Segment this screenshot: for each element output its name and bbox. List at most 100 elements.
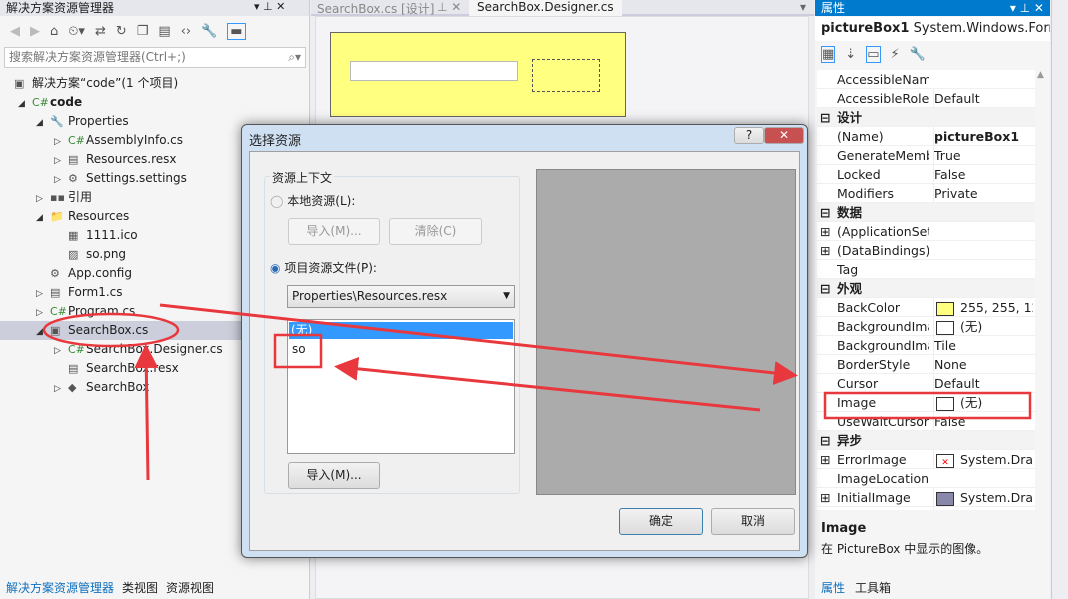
property-category[interactable]: ⊟ 设计 [817,108,1035,127]
list-item[interactable]: (无) [289,322,513,339]
resource-list[interactable]: (无) so [287,319,515,454]
history-icon[interactable]: ⏲▾ [68,24,85,39]
property-row[interactable]: Modifiers Private [817,184,1035,203]
property-value[interactable]: Tile [933,336,1033,355]
ok-button[interactable]: 确定 [619,508,703,535]
collapse-icon[interactable]: ⊟ [820,108,830,127]
tab-toolbox[interactable]: 工具箱 [855,579,891,597]
project-resource-radio[interactable]: ◉ 项目资源文件(P): [270,259,377,276]
property-row[interactable]: AccessibleName [817,70,1035,89]
tab-searchbox-design[interactable]: SearchBox.cs [设计] [317,0,434,17]
property-value[interactable]: Private [933,184,1033,203]
property-value[interactable]: pictureBox1 [933,127,1033,146]
property-value[interactable]: Default [933,374,1033,393]
sync-icon[interactable]: ⇄ [95,24,106,39]
local-resource-radio[interactable]: ◯ 本地资源(L): [270,192,355,209]
tab-solution-explorer[interactable]: 解决方案资源管理器 [6,579,114,599]
back-icon[interactable]: ◀ [10,24,20,39]
search-icon[interactable]: ⌕▾ [288,48,301,67]
search-textbox[interactable] [350,61,518,81]
property-value[interactable]: System.Drawing [933,488,1033,507]
property-row[interactable]: ⊞ (ApplicationSettings) [817,222,1035,241]
property-row[interactable]: ImageLocation [817,469,1035,488]
property-row[interactable]: Image (无) [817,393,1035,412]
tree-item[interactable]: ▣ 解决方案“code”(1 个项目) [0,74,309,93]
tab-resource-view[interactable]: 资源视图 [166,579,214,599]
property-row[interactable]: (Name) pictureBox1 [817,127,1035,146]
property-value[interactable]: False [933,412,1033,431]
picturebox-selected[interactable] [532,59,600,92]
property-row[interactable]: Locked False [817,165,1035,184]
property-row[interactable]: UseWaitCursor False [817,412,1035,431]
list-item[interactable]: so [289,341,513,358]
expand-arrow-icon[interactable]: ▷ [54,380,68,399]
property-row[interactable]: BorderStyle None [817,355,1035,374]
property-value[interactable]: (无) [933,317,1033,336]
events-icon[interactable]: ⚡ [891,47,900,62]
properties-view-icon[interactable]: ▭ [866,45,881,63]
property-pages-icon[interactable]: 🔧 [910,47,926,62]
preview-icon[interactable]: ▬ [227,22,246,40]
resx-icon: ▤ [68,153,79,166]
collapse-icon[interactable]: ⊟ [820,431,830,450]
tree-item-label: 解决方案“code”(1 个项目) [32,76,179,90]
property-value[interactable]: ✕System.Drawing [933,450,1033,469]
property-row[interactable]: Tag [817,260,1035,279]
pin-icon[interactable]: ▾ ⊥ ✕ [1010,0,1044,16]
collapse-icon[interactable]: ⊟ [820,279,830,298]
property-row[interactable]: BackColor 255, 255, 128 [817,298,1035,317]
expand-icon[interactable]: ⊞ [820,450,830,469]
pin-icon[interactable]: ▾ ⊥ ✕ [254,0,285,13]
help-button[interactable]: ? [734,127,764,144]
property-value[interactable]: Default [933,89,1033,108]
property-row[interactable]: GenerateMember True [817,146,1035,165]
categorized-icon[interactable]: ▦ [821,45,836,63]
property-row[interactable]: BackgroundImageLayout Tile [817,336,1035,355]
cancel-button[interactable]: 取消 [711,508,795,535]
object-selector[interactable]: pictureBox1 System.Windows.Forms [815,17,1050,41]
clear-button[interactable]: 清除(C) [389,218,482,245]
expand-icon[interactable]: ⊞ [820,488,830,507]
home-icon[interactable]: ⌂ [50,24,58,39]
tab-close-icon[interactable]: ⊥ ✕ [437,0,461,14]
alphabetical-icon[interactable]: ⇣ [845,47,856,62]
tab-dropdown-icon[interactable]: ▾ [800,0,806,14]
property-value[interactable]: False [933,165,1033,184]
refresh-icon[interactable]: ↻ [116,24,127,39]
tab-properties[interactable]: 属性 [821,579,845,597]
resource-file-select[interactable]: Properties\Resources.resx ▼ [287,285,515,308]
tree-item[interactable]: ◢ C#code [0,93,309,112]
collapse-icon[interactable]: ⊟ [820,203,830,222]
expand-icon[interactable]: ⊞ [820,222,830,241]
property-row[interactable]: ⊞ ErrorImage ✕System.Drawing [817,450,1035,469]
property-row[interactable]: ⊞ InitialImage System.Drawing [817,488,1035,507]
property-value[interactable]: 255, 255, 128 [933,298,1033,317]
properties-icon[interactable]: 🔧 [201,24,217,39]
forward-icon[interactable]: ▶ [30,24,40,39]
import-button[interactable]: 导入(M)... [288,462,380,489]
tab-class-view[interactable]: 类视图 [122,579,158,599]
property-value[interactable]: None [933,355,1033,374]
property-value[interactable]: (无) [933,393,1033,412]
search-input[interactable]: 搜索解决方案资源管理器(Ctrl+;) ⌕▾ [4,47,306,68]
tab-searchbox-designer[interactable]: SearchBox.Designer.cs [469,0,622,16]
property-category[interactable]: ⊟ 异步 [817,431,1035,450]
property-row[interactable]: Cursor Default [817,374,1035,393]
property-row[interactable]: AccessibleRole Default [817,89,1035,108]
csharp-project-icon: C# [32,96,49,109]
property-value[interactable]: True [933,146,1033,165]
collapse-all-icon[interactable]: ❐ [137,24,149,39]
usercontrol-form[interactable] [330,32,626,117]
expand-icon[interactable]: ⊞ [820,241,830,260]
grid-scrollbar[interactable]: ▲ [1037,70,1049,510]
property-row[interactable]: ⊞ (DataBindings) [817,241,1035,260]
property-row[interactable]: BackgroundImage (无) [817,317,1035,336]
import-local-button[interactable]: 导入(M)... [288,218,380,245]
property-category[interactable]: ⊟ 外观 [817,279,1035,298]
view-code-icon[interactable]: ‹› [181,24,191,39]
property-row[interactable]: WaitOnLoad False [817,507,1035,510]
property-category[interactable]: ⊟ 数据 [817,203,1035,222]
close-button[interactable]: ✕ [764,127,804,144]
show-files-icon[interactable]: ▤ [158,24,170,39]
property-value[interactable]: False [933,507,1033,510]
